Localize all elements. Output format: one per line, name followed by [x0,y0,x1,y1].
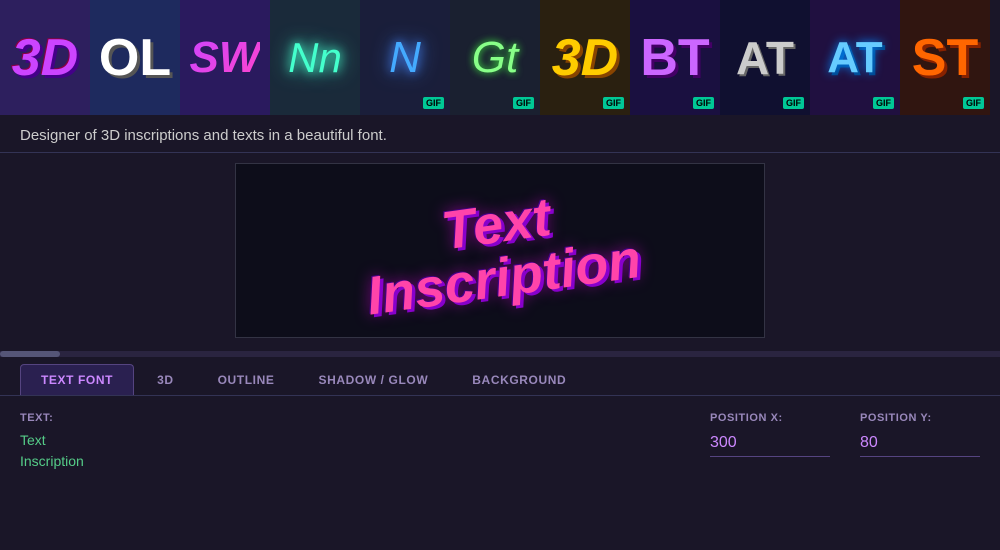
tab-3d[interactable]: 3D [136,364,195,395]
scrollbar-track [0,351,1000,357]
gallery-item-text: 3D [552,28,618,88]
position-x-label: POSITION X: [710,412,830,424]
text-value-line2: Inscription [20,451,690,472]
gallery-item-text: AT [736,31,794,85]
gallery-item-text: Nn [288,34,342,82]
gallery-strip: 3D OL SW Nn N GIF Gt GIF 3D GIF BT GIF AT GIF AT GIF ST G… [0,0,1000,115]
gallery-item[interactable]: OL [90,0,180,115]
gif-badge: GIF [873,97,894,109]
preview-text: Text Inscription [356,178,644,323]
gallery-item[interactable]: N GIF [360,0,450,115]
preview-area: Text Inscription [0,153,1000,348]
tabs-container: TEXT FONT3DOUTLINESHADOW / GLOWBACKGROUN… [0,360,1000,396]
position-y-input[interactable] [860,430,980,457]
gallery-item[interactable]: BT GIF [630,0,720,115]
gallery-item-text: OL [99,28,171,88]
gif-badge: GIF [693,97,714,109]
position-x-group: POSITION X: [710,412,830,457]
gallery-item-text: 3D [12,28,78,88]
scrollbar[interactable] [0,348,1000,360]
gallery-item[interactable]: Nn [270,0,360,115]
text-section: TEXT: Text Inscription [20,412,690,472]
gallery-item[interactable]: ST GIF [900,0,990,115]
description-text: Designer of 3D inscriptions and texts in… [20,127,387,144]
gallery-item-text: SW [190,33,261,83]
preview-canvas: Text Inscription [235,163,765,338]
tab-background[interactable]: BACKGROUND [451,364,587,395]
gallery-item-text: ST [912,28,978,88]
gif-badge: GIF [783,97,804,109]
gallery-item-text: Gt [472,33,518,83]
gif-badge: GIF [423,97,444,109]
gallery-item[interactable]: 3D [0,0,90,115]
position-x-input[interactable] [710,430,830,457]
tab-text-font[interactable]: TEXT FONT [20,364,134,395]
scrollbar-thumb[interactable] [0,351,60,357]
tab-outline[interactable]: OUTLINE [197,364,296,395]
gallery-item[interactable]: SW [180,0,270,115]
position-y-label: POSITION Y: [860,412,980,424]
text-value: Text Inscription [20,430,690,472]
text-value-line1: Text [20,430,690,451]
gallery-item[interactable]: 3D GIF [540,0,630,115]
gallery-item[interactable]: AT GIF [810,0,900,115]
position-y-group: POSITION Y: [860,412,980,457]
position-section: POSITION X: POSITION Y: [710,412,980,457]
gallery-item-text: AT [827,33,882,83]
description: Designer of 3D inscriptions and texts in… [0,115,1000,153]
tab-shadow-glow[interactable]: SHADOW / GLOW [297,364,449,395]
gallery-item[interactable]: Gt GIF [450,0,540,115]
gallery-item[interactable]: AT GIF [720,0,810,115]
gallery-item-text: BT [640,28,709,88]
gif-badge: GIF [963,97,984,109]
text-label: TEXT: [20,412,690,424]
gallery-item-text: N [389,33,421,83]
gif-badge: GIF [513,97,534,109]
gif-badge: GIF [603,97,624,109]
controls: TEXT: Text Inscription POSITION X: POSIT… [0,396,1000,472]
